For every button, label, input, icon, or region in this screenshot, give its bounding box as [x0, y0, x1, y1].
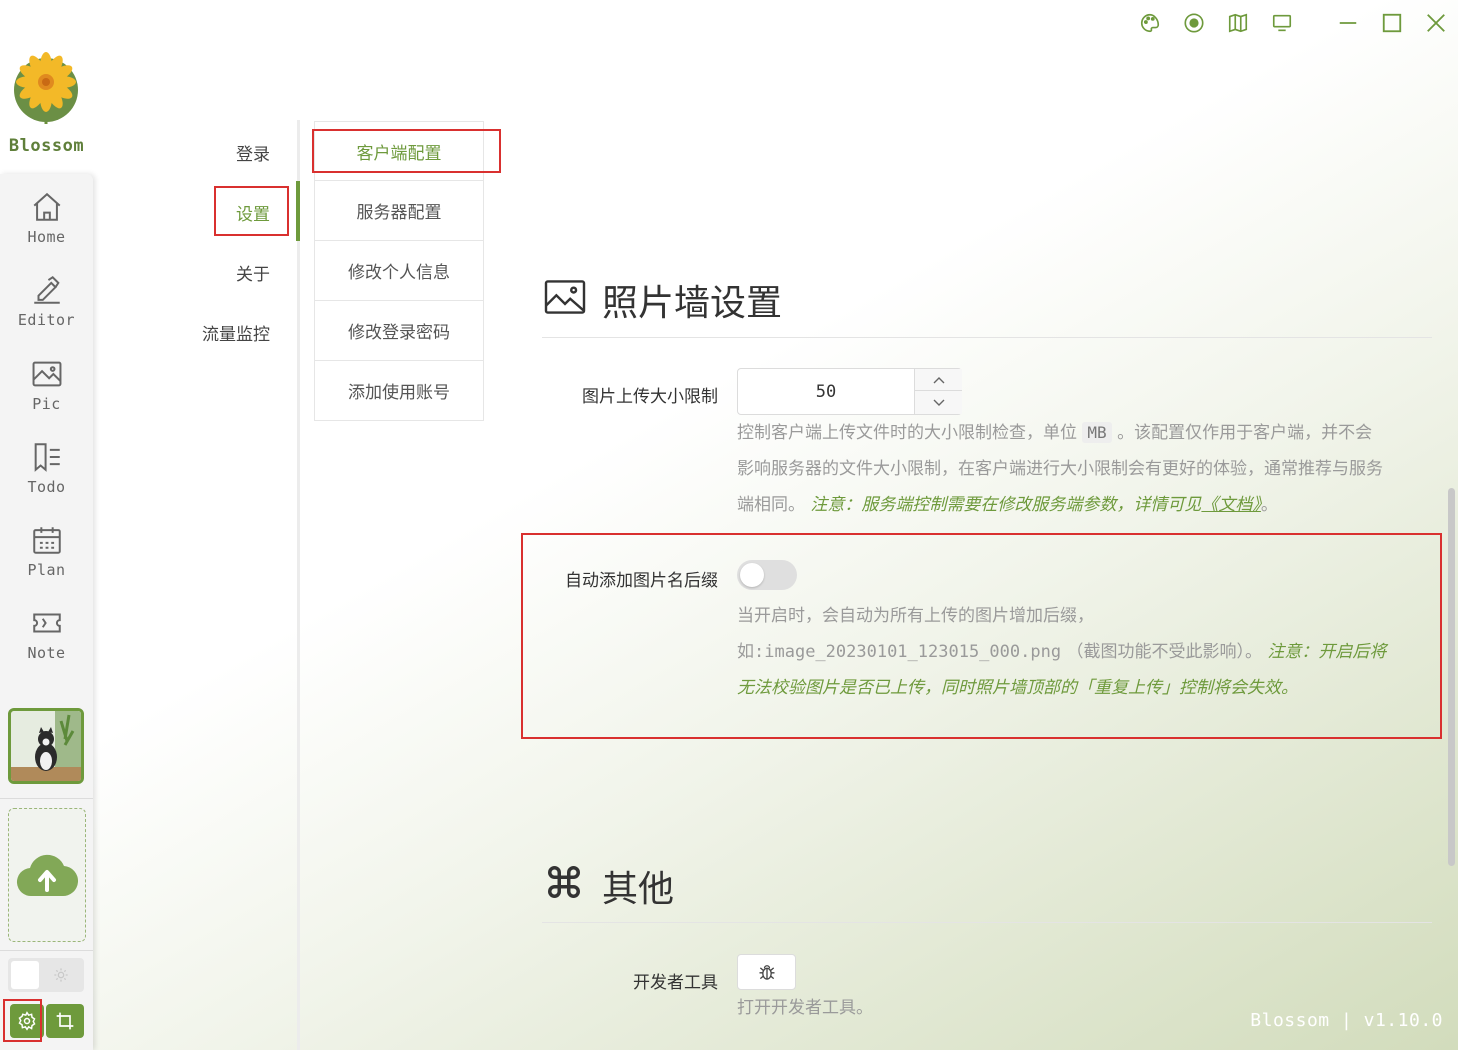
picture-section-icon	[544, 278, 586, 316]
menu-about[interactable]: 关于	[180, 260, 270, 285]
settings-menu-highlight-box	[214, 186, 289, 236]
menu-divider	[297, 120, 300, 1050]
record-icon[interactable]	[1181, 10, 1207, 36]
nav-editor-label: Editor	[17, 311, 76, 329]
palette-icon[interactable]	[1137, 10, 1163, 36]
nav-editor[interactable]: Editor	[0, 273, 93, 343]
settings-highlight-box	[3, 999, 42, 1042]
upload-limit-desc-3: 影响服务器的文件大小限制，在客户端进行大小限制会有更好的体验，通常推荐与服务	[737, 459, 1383, 479]
nav-note[interactable]: Note	[0, 606, 93, 676]
nav-todo-label: Todo	[27, 478, 66, 496]
monitor-icon[interactable]	[1269, 10, 1295, 36]
chevron-up-icon	[933, 376, 944, 383]
calendar-icon	[32, 527, 61, 554]
nav-pic-label: Pic	[32, 395, 61, 413]
editor-icon	[33, 275, 60, 304]
minimize-icon[interactable]	[1335, 10, 1361, 36]
nav-home-label: Home	[27, 228, 66, 246]
upload-dropzone[interactable]	[8, 808, 86, 942]
nav-plan-label: Plan	[27, 561, 66, 579]
nav-todo[interactable]: Todo	[0, 440, 93, 510]
version-label: Blossom | v1.10.0	[1250, 1010, 1443, 1031]
upload-limit-desc-4: 端相同。	[737, 495, 805, 515]
rail-divider-2	[0, 950, 93, 951]
devtools-description: 打开开发者工具。	[737, 998, 873, 1018]
nav-note-label: Note	[27, 644, 66, 662]
submenu-password[interactable]: 修改登录密码	[314, 301, 484, 361]
sun-icon	[51, 965, 71, 985]
scrollbar-thumb[interactable]	[1448, 488, 1455, 866]
other-divider	[542, 922, 1432, 923]
menu-traffic[interactable]: 流量监控	[180, 320, 270, 345]
devtools-button[interactable]	[737, 954, 796, 990]
bug-icon	[759, 965, 774, 980]
rail-divider	[0, 798, 93, 799]
maximize-icon[interactable]	[1379, 10, 1405, 36]
auto-suffix-desc-1: 当开启时，会自动为所有上传的图片增加后缀，	[737, 606, 1094, 626]
upload-limit-note: 注意：服务端控制需要在修改服务端参数，详情可见	[810, 495, 1202, 515]
client-menu-highlight-box	[312, 129, 501, 173]
docs-link[interactable]: 《文档》	[1201, 495, 1261, 515]
auto-suffix-note-2: 无法校验图片是否已上传，同时照片墙顶部的「重复上传」控制将会失效。	[737, 678, 1298, 698]
home-icon	[33, 192, 60, 221]
stepper-decrease-button[interactable]	[914, 391, 962, 414]
chevron-down-icon	[933, 399, 944, 406]
submenu-server[interactable]: 服务器配置	[314, 181, 484, 241]
nav-pic[interactable]: Pic	[0, 357, 93, 427]
nav-plan[interactable]: Plan	[0, 523, 93, 593]
crop-button[interactable]	[46, 1004, 84, 1038]
theme-toggle-knob	[11, 961, 39, 989]
menu-login[interactable]: 登录	[180, 140, 270, 165]
upload-limit-stepper[interactable]: 50	[737, 368, 962, 415]
app-logo	[13, 52, 79, 124]
photo-wall-title: 照片墙设置	[602, 283, 783, 324]
avatar[interactable]	[8, 708, 84, 784]
picture-icon	[32, 361, 61, 387]
submenu-account[interactable]: 添加使用账号	[314, 361, 484, 421]
cloud-upload-icon	[16, 854, 78, 897]
devtools-label: 开发者工具	[633, 973, 718, 993]
columns-icon[interactable]	[1225, 10, 1251, 36]
theme-toggle[interactable]	[8, 958, 84, 992]
toggle-knob	[740, 563, 764, 587]
crop-icon	[56, 1012, 74, 1030]
auto-suffix-desc-2: （截图功能不受此影响）。	[1066, 642, 1262, 662]
upload-limit-label: 图片上传大小限制	[582, 387, 718, 407]
stepper-increase-button[interactable]	[914, 369, 962, 391]
app-name: Blossom	[8, 136, 85, 156]
auto-suffix-description: 当开启时，会自动为所有上传的图片增加后缀， 如:image_20230101_1…	[737, 598, 1437, 706]
command-section-icon	[545, 862, 583, 902]
nav-home[interactable]: Home	[0, 190, 93, 260]
upload-limit-description: 控制客户端上传文件时的大小限制检查，单位 MB 。该配置仅作用于客户端，并不会 …	[737, 415, 1437, 523]
other-title: 其他	[602, 869, 675, 910]
ticket-icon	[32, 613, 61, 633]
menu-active-indicator	[296, 181, 300, 241]
upload-limit-end: 。	[1260, 495, 1278, 515]
upload-limit-input[interactable]: 50	[738, 369, 914, 414]
auto-suffix-toggle[interactable]	[737, 560, 797, 590]
auto-suffix-example-prefix: 如:	[737, 642, 765, 662]
todo-icon	[34, 443, 60, 472]
photo-wall-divider	[542, 337, 1432, 338]
auto-suffix-example: image_20230101_123015_000.png	[764, 642, 1062, 662]
upload-limit-desc-2: 。该配置仅作用于客户端，并不会	[1117, 423, 1373, 443]
submenu-profile[interactable]: 修改个人信息	[314, 241, 484, 301]
auto-suffix-label: 自动添加图片名后缀	[565, 571, 718, 591]
close-icon[interactable]	[1423, 10, 1449, 36]
auto-suffix-note-1: 注意：开启后将	[1267, 642, 1387, 662]
unit-badge: MB	[1082, 422, 1112, 443]
upload-limit-desc-1: 控制客户端上传文件时的大小限制检查，单位	[737, 423, 1077, 443]
